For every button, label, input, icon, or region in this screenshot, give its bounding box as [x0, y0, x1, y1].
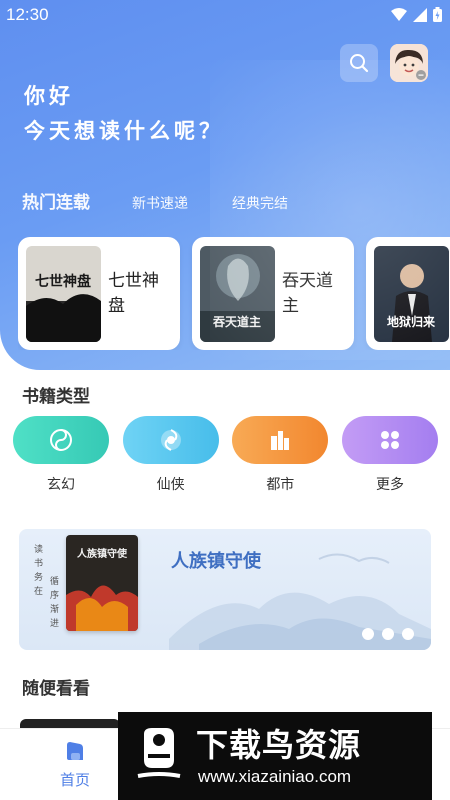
- nav-home-label: 首页: [59, 771, 90, 789]
- book-cover: 吞天道主: [200, 246, 275, 342]
- yinyang-icon: [50, 429, 72, 451]
- category-label: 更多: [375, 477, 404, 493]
- promo-banner[interactable]: 读书务在 循序渐进 人族镇守使 人族镇守使: [19, 529, 431, 650]
- cover-title: 吞天道主: [213, 314, 261, 329]
- book-cover: 地狱归来: [374, 246, 449, 342]
- search-button[interactable]: [340, 44, 378, 82]
- category-pill: [232, 416, 329, 464]
- carousel-dot[interactable]: [362, 628, 374, 640]
- status-bar: 12:30: [0, 0, 450, 32]
- book-cover: 七世神盘: [26, 246, 101, 342]
- watermark-name: 下载鸟资源: [196, 726, 362, 764]
- tab-hot-serial[interactable]: 热门连载: [22, 188, 90, 213]
- banner-vertical-text: 循序渐进: [50, 577, 60, 629]
- banner-book-title: 人族镇守使: [171, 551, 261, 572]
- avatar[interactable]: [390, 44, 428, 82]
- category-more[interactable]: 更多: [341, 416, 438, 494]
- nav-home[interactable]: 首页: [50, 739, 100, 790]
- banner-vertical-text: 读书务在: [34, 545, 44, 597]
- battery-icon: [433, 7, 442, 22]
- carousel-dots: [362, 628, 414, 640]
- category-pill: [122, 416, 219, 464]
- category-label: 都市: [266, 477, 295, 493]
- grid-icon: [380, 431, 399, 449]
- category-xianxia[interactable]: 仙侠: [122, 416, 219, 494]
- greeting-line-2: 今天想读什么呢？: [24, 119, 224, 143]
- book-card[interactable]: 吞天道主 吞天道主: [192, 237, 354, 350]
- category-list: 玄幻 仙侠 都市 更多: [13, 416, 438, 494]
- carousel-dot[interactable]: [382, 628, 394, 640]
- category-pill: [13, 416, 109, 464]
- status-icons: [391, 7, 442, 22]
- category-label: 仙侠: [156, 477, 185, 493]
- cover-title: 七世神盘: [35, 273, 91, 290]
- greeting-line-1: 你好: [24, 84, 74, 108]
- book-card[interactable]: 七世神盘 七世神盘: [18, 237, 180, 350]
- book-card[interactable]: 地狱归来: [366, 237, 450, 350]
- book-title: 吞天道主: [282, 271, 333, 316]
- category-xuanhuan[interactable]: 玄幻: [13, 416, 109, 494]
- category-pill: [341, 416, 438, 464]
- status-time: 12:30: [6, 5, 49, 24]
- wifi-icon: [391, 7, 407, 21]
- signal-icon: [413, 7, 427, 22]
- bird-logo-icon: [137, 728, 181, 778]
- hot-books-row: 七世神盘 七世神盘 吞天道主 吞天道主 地狱归来: [18, 237, 450, 350]
- random-title: 随便看看: [22, 679, 90, 699]
- header-hero: 12:30 你好 今天想读什么呢？ 热门连载 新书速递 经典完结 七世神盘 七世…: [0, 0, 450, 370]
- watermark-url: www.xiazainiao.com: [198, 767, 352, 786]
- building-icon: [271, 431, 290, 450]
- category-dushi[interactable]: 都市: [232, 416, 329, 494]
- cover-title: 人族镇守使: [77, 547, 128, 560]
- category-label: 玄幻: [47, 477, 75, 493]
- home-icon: [67, 742, 83, 760]
- banner-book-cover: 人族镇守使: [66, 535, 138, 631]
- book-title: 七世神盘: [108, 271, 159, 316]
- cover-title: 地狱归来: [387, 314, 436, 329]
- swirl-icon: [160, 429, 181, 451]
- search-icon: [350, 54, 369, 73]
- watermark: 下载鸟资源 www.xiazainiao.com: [118, 712, 432, 800]
- tab-classic-finished[interactable]: 经典完结: [232, 193, 288, 213]
- categories-title: 书籍类型: [22, 387, 90, 407]
- avatar-face-icon: [390, 44, 428, 82]
- tab-new-books[interactable]: 新书速递: [132, 193, 188, 213]
- book-tabs: 热门连载 新书速递 经典完结: [22, 188, 332, 213]
- carousel-dot[interactable]: [402, 628, 414, 640]
